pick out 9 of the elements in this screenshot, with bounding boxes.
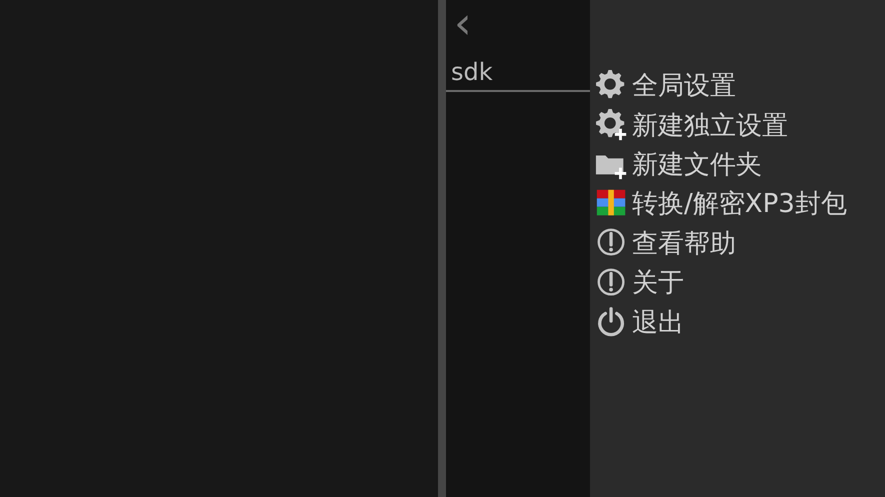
menu-item[interactable]: 新建文件夹 <box>632 146 762 182</box>
menu-item[interactable]: 退出 <box>632 304 684 340</box>
menu-item[interactable]: 新建独立设置 <box>632 108 788 143</box>
gear-plus-icon <box>595 108 629 142</box>
menu-item[interactable]: 全局设置 <box>632 68 736 104</box>
menu-item[interactable]: 查看帮助 <box>632 226 736 261</box>
menu-item[interactable]: 转换/解密XP3封包 <box>632 186 847 222</box>
back-button[interactable]: ‹ <box>446 4 486 44</box>
menu-item[interactable]: 关于 <box>632 265 684 300</box>
